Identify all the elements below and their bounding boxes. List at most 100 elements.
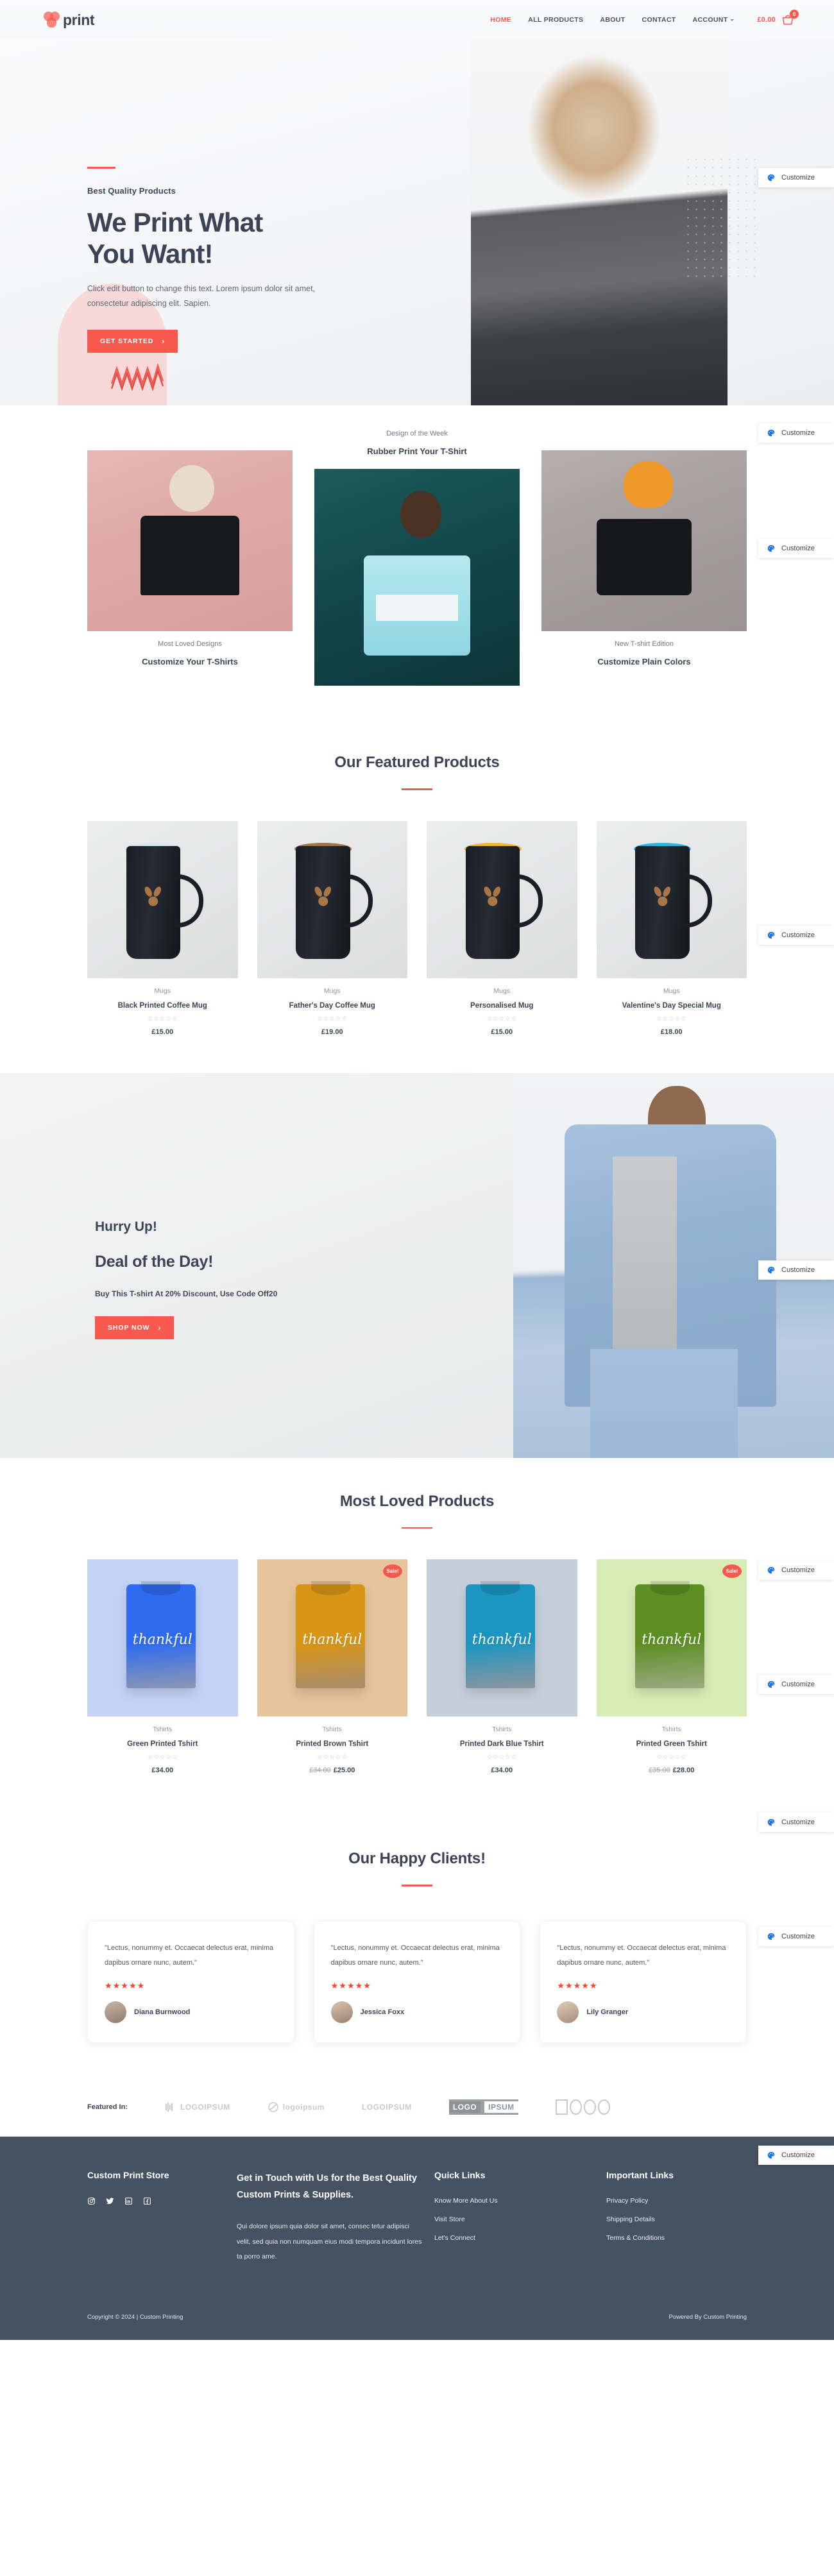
linkedin-icon[interactable] bbox=[124, 2197, 133, 2205]
testimonial-author: Lily Granger bbox=[557, 2001, 729, 2023]
product-image[interactable]: thankful bbox=[427, 1559, 577, 1716]
twitter-icon[interactable] bbox=[106, 2197, 114, 2205]
product-category: Tshirts bbox=[153, 1725, 173, 1733]
product-rating[interactable]: ☆☆☆☆☆ bbox=[257, 1754, 408, 1761]
customize-button-hero[interactable]: Customize bbox=[758, 168, 834, 187]
customize-button-testimonials-bottom[interactable]: Customize bbox=[758, 1927, 834, 1946]
facebook-icon[interactable] bbox=[143, 2197, 151, 2205]
swirl-icon bbox=[268, 2101, 278, 2112]
product-name: Father's Day Coffee Mug bbox=[289, 1001, 375, 1010]
shop-now-button[interactable]: SHOP NOW › bbox=[95, 1316, 174, 1339]
hero-copy: Best Quality Products We Print What You … bbox=[87, 167, 370, 353]
product-image[interactable] bbox=[257, 820, 407, 978]
customize-button-featured[interactable]: Customize bbox=[758, 926, 834, 945]
logo-logoipsum-outline bbox=[555, 2099, 610, 2115]
design-card-middle[interactable]: Design of the Week Rubber Print Your T-S… bbox=[314, 430, 520, 686]
important-links-list: Privacy Policy Shipping Details Terms & … bbox=[606, 2197, 747, 2242]
product-image[interactable] bbox=[596, 820, 747, 978]
most-loved-section: Customize Customize Most Loved Products … bbox=[0, 1457, 834, 1811]
zigzag-decoration bbox=[110, 362, 164, 391]
outline-g bbox=[583, 2099, 596, 2115]
footer-col-quick-links: Quick Links Know More About Us Visit Sto… bbox=[434, 2170, 595, 2266]
cart[interactable]: £0.00 0 bbox=[757, 10, 799, 26]
testimonial-card: "Lectus, nonummy et. Occaecat delectus e… bbox=[87, 1920, 294, 2043]
product-card[interactable]: thankful Sale! Tshirts Printed Brown Tsh… bbox=[257, 1559, 408, 1774]
customize-label: Customize bbox=[781, 1933, 815, 1940]
most-loved-header: Most Loved Products bbox=[0, 1493, 834, 1529]
powered-by-text: Powered By Custom Printing bbox=[668, 2314, 747, 2321]
logo-logoipsum-plain: LOGOIPSUM bbox=[362, 2103, 412, 2112]
tshirt-print-text: thankful bbox=[472, 1631, 532, 1648]
product-rating[interactable]: ☆☆☆☆☆ bbox=[427, 1015, 577, 1022]
product-card[interactable]: thankful Tshirts Green Printed Tshirt ☆☆… bbox=[87, 1559, 238, 1774]
product-image[interactable] bbox=[87, 820, 238, 978]
cart-icon[interactable]: 0 bbox=[781, 10, 799, 26]
deal-section: Hurry Up! Deal of the Day! Buy This T-sh… bbox=[0, 1072, 834, 1458]
palette-icon bbox=[767, 545, 775, 552]
model-head bbox=[169, 464, 215, 512]
outline-o2 bbox=[597, 2099, 610, 2115]
product-card[interactable]: Mugs Valentine's Day Special Mug ☆☆☆☆☆ £… bbox=[596, 820, 747, 1036]
product-rating[interactable]: ☆☆☆☆☆ bbox=[427, 1754, 577, 1761]
design-card-right[interactable]: New T-shirt Edition Customize Plain Colo… bbox=[541, 450, 747, 666]
product-price: £35.00 £28.00 bbox=[649, 1767, 695, 1774]
quick-link-2[interactable]: Let's Connect bbox=[434, 2234, 595, 2242]
product-card[interactable]: Mugs Black Printed Coffee Mug ☆☆☆☆☆ £15.… bbox=[87, 820, 238, 1036]
product-rating[interactable]: ☆☆☆☆☆ bbox=[257, 1015, 408, 1022]
product-rating[interactable]: ☆☆☆☆☆ bbox=[87, 1754, 238, 1761]
customize-button-most-loved[interactable]: Customize bbox=[758, 1560, 834, 1580]
quick-link-1[interactable]: Visit Store bbox=[434, 2216, 595, 2223]
product-card[interactable]: thankful Tshirts Printed Dark Blue Tshir… bbox=[427, 1559, 577, 1774]
testimonial-author: Diana Burnwood bbox=[105, 2001, 277, 2023]
site-header: print HOME ALL PRODUCTS ABOUT CONTACT AC… bbox=[0, 0, 834, 40]
product-image[interactable] bbox=[427, 820, 577, 978]
product-name: Printed Brown Tshirt bbox=[296, 1740, 369, 1748]
product-card[interactable]: thankful Sale! Tshirts Printed Green Tsh… bbox=[596, 1559, 747, 1774]
deal-hurry-text: Hurry Up! bbox=[95, 1219, 157, 1234]
customize-button-design-bottom[interactable]: Customize bbox=[758, 539, 834, 558]
customize-button-testimonials-top[interactable]: Customize bbox=[758, 1813, 834, 1832]
nav-item-all-products[interactable]: ALL PRODUCTS bbox=[528, 16, 583, 24]
product-image[interactable]: thankful Sale! bbox=[596, 1559, 747, 1716]
customize-button-footer[interactable]: Customize bbox=[758, 2145, 834, 2165]
quick-link-0[interactable]: Know More About Us bbox=[434, 2197, 595, 2205]
instagram-icon[interactable] bbox=[87, 2197, 96, 2205]
product-rating[interactable]: ☆☆☆☆☆ bbox=[597, 1754, 747, 1761]
logo-text: LOGOIPSUM bbox=[180, 2102, 230, 2112]
black-tshirt bbox=[140, 515, 239, 595]
palette-icon bbox=[767, 931, 775, 939]
nav-item-account[interactable]: ACCOUNT bbox=[693, 16, 735, 24]
logo-mark-icon bbox=[44, 12, 60, 28]
product-card[interactable]: Mugs Personalised Mug ☆☆☆☆☆ £15.00 bbox=[427, 820, 577, 1036]
important-link-1[interactable]: Shipping Details bbox=[606, 2216, 747, 2223]
nav-item-contact[interactable]: CONTACT bbox=[642, 16, 676, 24]
customize-button-most-loved-bottom[interactable]: Customize bbox=[758, 1674, 834, 1694]
product-card[interactable]: Mugs Father's Day Coffee Mug ☆☆☆☆☆ £19.0… bbox=[257, 820, 408, 1036]
site-logo[interactable]: print bbox=[44, 11, 95, 28]
customize-label: Customize bbox=[781, 174, 815, 182]
nav-item-home[interactable]: HOME bbox=[490, 16, 511, 24]
palette-icon bbox=[767, 2151, 775, 2158]
product-image[interactable]: thankful Sale! bbox=[257, 1559, 407, 1716]
product-name: Printed Green Tshirt bbox=[636, 1740, 707, 1748]
customize-button-design-top[interactable]: Customize bbox=[758, 423, 834, 443]
nav-item-about[interactable]: ABOUT bbox=[600, 16, 625, 24]
product-rating[interactable]: ☆☆☆☆☆ bbox=[597, 1015, 747, 1022]
section-title: Our Happy Clients! bbox=[348, 1850, 486, 1867]
logo-text: print bbox=[63, 11, 95, 28]
important-link-0[interactable]: Privacy Policy bbox=[606, 2197, 747, 2205]
product-image[interactable]: thankful bbox=[87, 1559, 238, 1716]
important-link-2[interactable]: Terms & Conditions bbox=[606, 2234, 747, 2242]
design-image-right bbox=[541, 450, 747, 631]
get-started-button[interactable]: GET STARTED › bbox=[87, 329, 178, 353]
product-price: £15.00 bbox=[491, 1028, 513, 1036]
product-name: Personalised Mug bbox=[470, 1001, 534, 1010]
product-category: Mugs bbox=[663, 987, 680, 995]
design-card-left[interactable]: Most Loved Designs Customize Your T-Shir… bbox=[87, 450, 293, 666]
tshirt-print-text: thankful bbox=[132, 1631, 192, 1648]
customize-button-deal[interactable]: Customize bbox=[758, 1260, 834, 1280]
outline-o1 bbox=[569, 2099, 582, 2115]
testimonial-rating: ★★★★★ bbox=[330, 1980, 371, 1990]
product-rating[interactable]: ☆☆☆☆☆ bbox=[87, 1015, 238, 1022]
social-links bbox=[87, 2197, 225, 2205]
